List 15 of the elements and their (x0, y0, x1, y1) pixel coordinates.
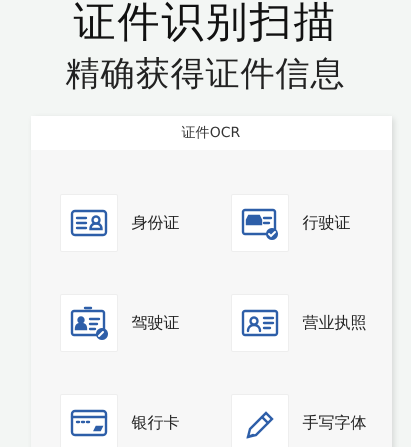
document-type-label[interactable]: 营业执照 (302, 312, 366, 334)
document-type-label[interactable]: 驾驶证 (132, 312, 180, 334)
document-type-label[interactable]: 银行卡 (132, 412, 180, 434)
document-type-button[interactable] (230, 294, 288, 352)
page-title: 证件识别扫描 (74, 0, 338, 48)
panel-title: 证件OCR (30, 116, 392, 150)
document-type-label[interactable]: 行驶证 (302, 212, 350, 234)
document-type-button[interactable] (60, 194, 118, 252)
document-type-label[interactable]: 身份证 (132, 212, 180, 234)
document-type-button[interactable] (60, 294, 118, 352)
page-subtitle: 精确获得证件信息 (66, 53, 346, 96)
document-type-button[interactable] (230, 194, 288, 252)
document-type-button[interactable] (230, 394, 288, 447)
document-type-label[interactable]: 手写字体 (302, 412, 366, 434)
document-type-button[interactable] (60, 394, 118, 447)
